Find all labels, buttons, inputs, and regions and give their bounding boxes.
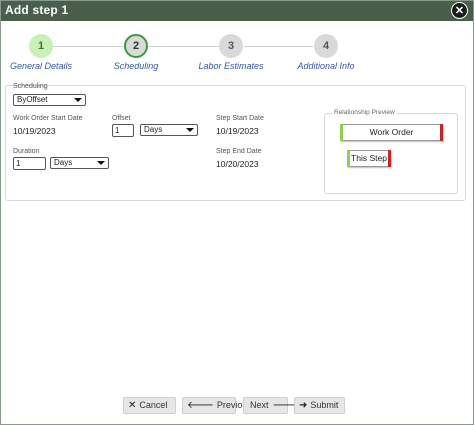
dialog-footer: ✕ Cancel 🡐 Previous Next 🡒 ➜ Submit [1,397,473,417]
step-number: 2 [124,34,148,58]
duration-input[interactable]: 1 [13,157,46,170]
add-step-dialog: Add step 1 ✕ 1 General Details 2 Schedul… [0,0,474,425]
close-button[interactable]: ✕ [451,2,468,19]
start-marker [347,150,350,167]
dialog-title: Add step 1 [5,3,69,17]
end-marker [440,124,443,141]
step-start-value: 10/19/2023 [216,126,259,136]
arrow-left-icon: 🡐 [187,400,214,411]
work-order-label: Work Order [369,127,414,137]
step-label: Labor Estimates [198,61,264,71]
chevron-down-icon [186,128,194,132]
step-number: 3 [219,34,243,58]
offset-unit-select[interactable]: Days [140,124,198,136]
this-step-node: This Step [347,150,391,167]
step-label: General Details [9,61,73,71]
wo-start-label: Work Order Start Date [13,115,83,122]
offset-unit-value: Days [144,125,163,134]
cancel-button[interactable]: ✕ Cancel [123,397,176,414]
step-general-details[interactable]: 1 General Details [0,34,91,71]
step-labor-estimates[interactable]: 3 Labor Estimates [181,34,281,71]
submit-arrow-icon: ➜ [299,400,308,411]
duration-unit-value: Days [54,158,73,167]
duration-label: Duration [13,148,40,155]
chevron-down-icon [97,161,105,165]
step-start-label: Step Start Date [216,115,264,122]
wo-start-value: 10/19/2023 [13,126,56,136]
offset-input[interactable]: 1 [112,124,134,137]
offset-label: Offset [112,115,131,122]
step-label: Scheduling [113,61,159,71]
work-order-node: Work Order [340,124,443,141]
chevron-down-icon [74,98,82,102]
step-label: Additional Info [297,61,355,71]
relationship-preview: Work Order This Step [324,113,458,194]
end-marker [388,150,391,167]
dialog-titlebar: Add step 1 ✕ [1,1,473,21]
previous-button[interactable]: 🡐 Previous [182,397,252,414]
submit-label: Submit [310,400,339,410]
submit-button[interactable]: ➜ Submit [294,397,345,414]
step-number: 4 [314,34,338,58]
step-scheduling[interactable]: 2 Scheduling [86,34,186,71]
step-end-value: 10/20/2023 [216,159,259,169]
step-additional-info[interactable]: 4 Additional Info [276,34,376,71]
scheduling-select[interactable]: ByOffset [13,94,86,106]
next-label: Next [250,400,269,410]
scheduling-value: ByOffset [17,95,48,104]
scheduling-label: Scheduling [13,83,48,90]
duration-unit-select[interactable]: Days [50,157,109,169]
step-end-label: Step End Date [216,148,262,155]
this-step-label: This Step [351,153,387,163]
start-marker [340,124,343,141]
close-icon: ✕ [454,5,465,17]
wizard-stepper: 1 General Details 2 Scheduling 3 Labor E… [1,34,473,78]
cancel-label: Cancel [139,400,168,410]
close-icon: ✕ [128,400,137,411]
relationship-preview-legend: Relationship Preview [332,109,397,116]
step-number: 1 [29,34,53,58]
scheduling-panel: Scheduling ByOffset Work Order Start Dat… [5,83,466,201]
next-button[interactable]: Next 🡒 [243,397,299,414]
